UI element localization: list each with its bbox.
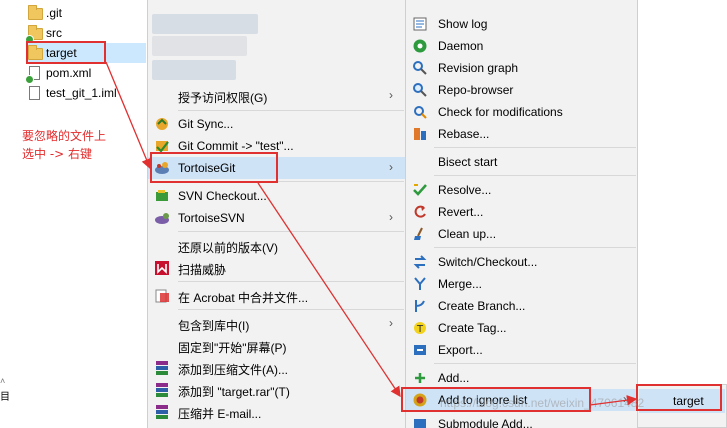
menu-item-pin-start[interactable]: 固定到"开始"屏幕(P) <box>148 335 405 357</box>
repo-browser-icon <box>412 82 428 98</box>
menu-item-export[interactable]: Export... <box>406 339 637 361</box>
tree-item-label: src <box>46 26 62 40</box>
menu-item-daemon[interactable]: Daemon <box>406 35 637 57</box>
menu-item-compress-email[interactable]: 压缩并 E-mail... <box>148 401 405 423</box>
menu-item-grant-access[interactable]: 授予访问权限(G) › <box>148 85 405 107</box>
menu-separator <box>434 175 636 176</box>
menu-item-clean-up[interactable]: Clean up... <box>406 223 637 245</box>
context-menu: 授予访问权限(G) › Git Sync... Git Commit -> "t… <box>147 0 406 428</box>
highlight-box-tortoisegit <box>150 152 278 183</box>
tortoisegit-submenu: Show log Daemon Revision graph Repo-brow… <box>405 0 638 428</box>
revision-graph-icon <box>412 60 428 76</box>
export-icon <box>412 342 428 358</box>
menu-item-add-target-rar[interactable]: 添加到 "target.rar"(T) <box>148 379 405 401</box>
scrollbar[interactable]: ˄ 目 <box>0 376 10 416</box>
menu-separator <box>434 247 636 248</box>
menu-item-create-branch[interactable]: Create Branch... <box>406 295 637 317</box>
tree-item-label: .git <box>46 6 63 20</box>
resolve-icon <box>412 182 428 198</box>
menu-item-check-modifications[interactable]: Check for modifications <box>406 101 637 123</box>
svg-text:T: T <box>416 324 424 335</box>
menu-item-rebase[interactable]: Rebase... <box>406 123 637 145</box>
menu-separator <box>434 363 636 364</box>
merge-icon <box>412 276 428 292</box>
menu-item-add[interactable]: Add... <box>406 367 637 389</box>
blurred-item <box>152 36 247 56</box>
watermark: https://blog.csdn.net/weixin_47061482 <box>440 396 645 410</box>
menu-item-bisect-start[interactable]: Bisect start <box>406 151 637 173</box>
rebase-icon <box>412 126 428 142</box>
folder-icon <box>25 25 43 44</box>
create-branch-icon <box>412 298 428 314</box>
menu-separator <box>178 309 404 310</box>
menu-item-tortoisesvn[interactable]: TortoiseSVN › <box>148 207 405 229</box>
chevron-right-icon: › <box>389 210 393 224</box>
document-icon <box>25 65 42 84</box>
check-modifications-icon <box>412 104 428 120</box>
menu-item-create-tag[interactable]: T Create Tag... <box>406 317 637 339</box>
menu-item-svn-checkout[interactable]: SVN Checkout... <box>148 185 405 207</box>
chevron-right-icon: › <box>389 160 393 174</box>
menu-item-submodule-add[interactable]: Submodule Add... <box>406 413 637 428</box>
git-sync-icon <box>154 116 170 132</box>
clean-up-icon <box>412 226 428 242</box>
menu-item-git-sync[interactable]: Git Sync... <box>148 113 405 135</box>
menu-separator <box>178 231 404 232</box>
svn-checkout-icon <box>154 188 170 204</box>
tortoisesvn-icon <box>154 210 170 226</box>
background-window <box>638 0 727 384</box>
chevron-right-icon: › <box>389 316 393 330</box>
winrar-icon <box>154 360 170 376</box>
tree-item-iml[interactable]: test_git_1.iml <box>28 83 146 103</box>
menu-item-show-log[interactable]: Show log <box>406 13 637 35</box>
switch-checkout-icon <box>412 254 428 270</box>
menu-item-switch-checkout[interactable]: Switch/Checkout... <box>406 251 637 273</box>
folder-icon <box>28 5 43 21</box>
blurred-item <box>152 60 236 80</box>
create-tag-icon: T <box>412 320 428 336</box>
add-icon <box>412 370 428 386</box>
winrar-icon <box>154 382 170 398</box>
tree-item-src[interactable]: src <box>25 23 146 44</box>
highlight-box-target-item <box>636 384 722 411</box>
tree-item-pom[interactable]: pom.xml <box>25 63 146 84</box>
show-log-icon <box>412 16 428 32</box>
menu-item-scan-threats[interactable]: 扫描威胁 <box>148 257 405 279</box>
daemon-icon <box>412 38 428 54</box>
menu-item-revision-graph[interactable]: Revision graph <box>406 57 637 79</box>
menu-item-merge[interactable]: Merge... <box>406 273 637 295</box>
left-scroll-label: 目 <box>0 392 10 403</box>
scroll-up-icon[interactable]: ˄ <box>0 376 8 386</box>
annotation-line: 选中 -> 右键 <box>22 147 93 161</box>
mcafee-icon <box>154 260 170 276</box>
menu-item-resolve[interactable]: Resolve... <box>406 179 637 201</box>
menu-separator <box>178 110 404 111</box>
menu-item-add-archive[interactable]: 添加到压缩文件(A)... <box>148 357 405 379</box>
menu-item-include-library[interactable]: 包含到库中(I) › <box>148 313 405 335</box>
highlight-box-target <box>26 41 106 64</box>
annotation-line: 要忽略的文件上 <box>22 129 107 143</box>
menu-item-repo-browser[interactable]: Repo-browser <box>406 79 637 101</box>
menu-item-revert[interactable]: Revert... <box>406 201 637 223</box>
winrar-icon <box>154 404 170 420</box>
document-icon <box>28 85 42 101</box>
acrobat-icon <box>154 288 170 304</box>
menu-item-restore-versions[interactable]: 还原以前的版本(V) <box>148 235 405 257</box>
annotation-note: 要忽略的文件上 选中 -> 右键 <box>22 127 132 163</box>
tree-item-label: test_git_1.iml <box>46 86 117 100</box>
menu-item-acrobat-merge[interactable]: 在 Acrobat 中合并文件... <box>148 285 405 307</box>
file-explorer: .git src target pom.xml test_git_1.iml ˄… <box>0 0 147 428</box>
revert-icon <box>412 204 428 220</box>
tree-item-git[interactable]: .git <box>28 3 146 23</box>
chevron-right-icon: › <box>389 88 393 102</box>
blurred-item <box>152 14 258 34</box>
tree-item-label: pom.xml <box>46 66 92 80</box>
submodule-icon <box>412 416 428 428</box>
menu-separator <box>178 281 404 282</box>
menu-separator <box>434 147 636 148</box>
